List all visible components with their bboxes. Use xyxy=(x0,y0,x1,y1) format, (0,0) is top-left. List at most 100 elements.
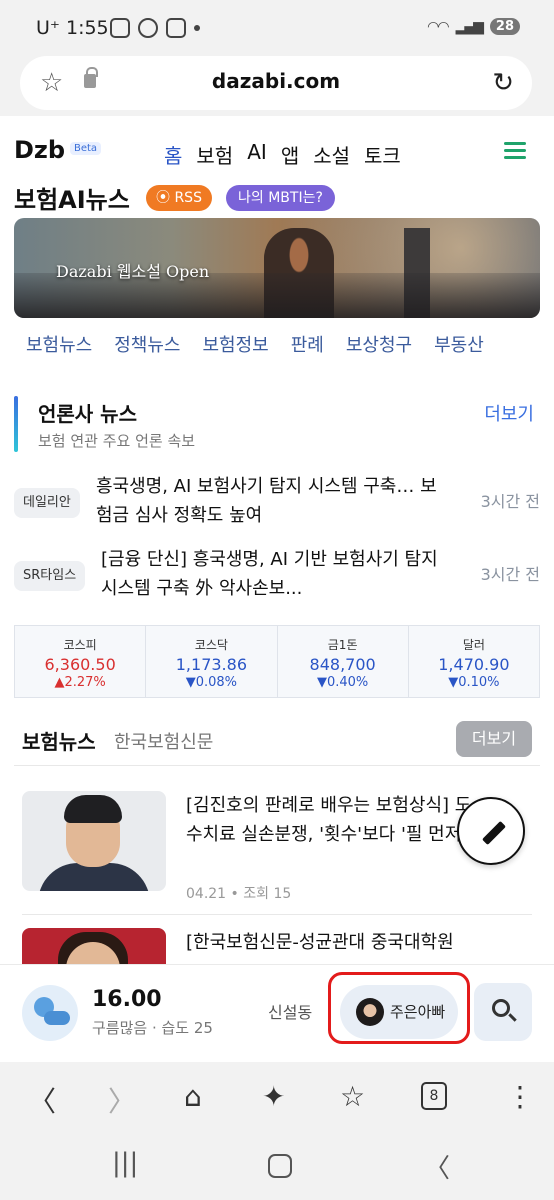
more-menu-icon[interactable]: ⋮ xyxy=(506,1080,534,1113)
article-thumbnail[interactable] xyxy=(22,791,166,891)
promo-banner[interactable]: Dazabi 웹소설 Open xyxy=(14,218,540,318)
temperature: 16.00 xyxy=(92,987,162,1012)
search-icon xyxy=(492,999,510,1017)
recents-icon[interactable]: ||| xyxy=(112,1148,138,1178)
market-kosdaq[interactable]: 코스닥 1,173.86 ▼0.08% xyxy=(146,626,278,697)
screenshot-icon xyxy=(110,18,130,38)
market-name: 달러 xyxy=(462,638,485,652)
news-headline[interactable]: [금융 단신] 흥국생명, AI 기반 보험사기 탐지 시스템 구축 外 악사손… xyxy=(101,545,451,603)
nav-insurance[interactable]: 보험 xyxy=(196,140,233,169)
article-headline[interactable]: [김진호의 판례로 배우는 보험상식] 도수치료 실손분쟁, '횟수'보다 '필… xyxy=(186,791,486,849)
category-nav: 보험뉴스 정책뉴스 보험정보 판례 보상청구 부동산 xyxy=(26,331,484,357)
nav-ai[interactable]: AI xyxy=(247,140,267,169)
category-insurance-info[interactable]: 보험정보 xyxy=(203,331,269,357)
weather-cloud-sun-icon xyxy=(22,985,78,1041)
wifi-icon: ◠◠ xyxy=(427,18,449,35)
battery-icon: 28 xyxy=(489,18,520,35)
more-dot-icon xyxy=(194,25,200,31)
news-source-badge: 데일리안 xyxy=(14,488,80,518)
market-change: ▼0.08% xyxy=(185,675,238,690)
market-name: 금1돈 xyxy=(327,638,358,652)
browser-toolbar: 〈 〉 ⌂ ✦ ☆ 8 ⋮ xyxy=(0,1062,554,1134)
market-change: ▼0.10% xyxy=(448,675,500,690)
article-item[interactable]: [김진호의 판례로 배우는 보험상식] 도수치료 실손분쟁, '횟수'보다 '필… xyxy=(22,791,532,902)
news-source-badge: SR타임스 xyxy=(14,561,86,591)
menu-icon[interactable] xyxy=(504,142,526,160)
article-item[interactable]: [한국보험신문-성균관대 중국대학원 xyxy=(22,928,532,964)
browser-url-area: ☆ dazabi.com ↻ xyxy=(0,50,554,116)
divider xyxy=(22,914,532,915)
banner-text: Dazabi 웹소설 Open xyxy=(56,262,210,281)
system-nav-bar: ||| 〈 xyxy=(0,1134,554,1200)
thumb-hair xyxy=(64,795,122,823)
highlight-box xyxy=(328,972,470,1044)
insurance-news-title: 보험뉴스 xyxy=(22,730,96,754)
press-more-link[interactable]: 더보기 xyxy=(484,400,534,426)
category-policy-news[interactable]: 정책뉴스 xyxy=(114,331,180,357)
top-nav: 홈 보험 AI 앱 소설 토크 xyxy=(164,140,401,169)
category-precedent[interactable]: 판례 xyxy=(291,331,324,357)
insurance-more-button[interactable]: 더보기 xyxy=(456,721,532,757)
rss-button[interactable]: ⦿ RSS xyxy=(146,185,212,211)
url-text[interactable]: dazabi.com xyxy=(20,69,532,93)
talk-icon xyxy=(138,18,158,38)
press-news-item[interactable]: 데일리안 흥국생명, AI 보험사기 탐지 시스템 구축… 보험금 심사 정확도… xyxy=(14,472,540,532)
search-button[interactable] xyxy=(474,983,532,1041)
nav-novel[interactable]: 소설 xyxy=(313,140,350,169)
market-dollar[interactable]: 달러 1,470.90 ▼0.10% xyxy=(409,626,539,697)
system-icons: ◠◠ ▂▄▆ 28 xyxy=(427,18,520,35)
status-time: U⁺ 1:55 xyxy=(36,17,109,39)
market-ticker: 코스피 6,360.50 ▲2.27% 코스닥 1,173.86 ▼0.08% … xyxy=(14,625,540,698)
section-accent-bar xyxy=(14,396,18,452)
category-real-estate[interactable]: 부동산 xyxy=(434,331,484,357)
bottom-info-bar: 16.00 구름많음 · 습도 25 신설동 주은아빠 xyxy=(0,964,554,1060)
nav-talk[interactable]: 토크 xyxy=(364,140,401,169)
thumb-body xyxy=(38,863,150,891)
article-thumbnail[interactable] xyxy=(22,928,166,964)
market-gold[interactable]: 금1돈 848,700 ▼0.40% xyxy=(278,626,409,697)
forward-icon[interactable]: 〉 xyxy=(108,1080,136,1120)
press-news-item[interactable]: SR타임스 [금융 단신] 흥국생명, AI 기반 보험사기 탐지 시스템 구축… xyxy=(14,545,540,605)
nav-home[interactable]: 홈 xyxy=(164,140,182,169)
location-label[interactable]: 신설동 xyxy=(268,999,312,1023)
site-logo[interactable]: Dzb xyxy=(14,136,65,164)
article-meta: 04.21 • 조회 15 xyxy=(186,886,292,902)
tabs-icon[interactable]: 8 xyxy=(421,1082,447,1110)
app-icon xyxy=(166,18,186,38)
nav-app[interactable]: 앱 xyxy=(281,140,299,169)
back-icon[interactable]: 〈 xyxy=(28,1080,56,1120)
market-value: 1,173.86 xyxy=(175,655,247,674)
signal-icon: ▂▄▆ xyxy=(455,18,484,35)
reload-icon[interactable]: ↻ xyxy=(492,68,514,98)
market-name: 코스닥 xyxy=(194,638,228,652)
divider xyxy=(14,765,540,766)
market-change: ▲2.27% xyxy=(54,675,106,690)
market-value: 6,360.50 xyxy=(44,655,116,674)
address-bar[interactable]: ☆ dazabi.com ↻ xyxy=(20,56,532,110)
ai-sparkle-icon[interactable]: ✦ xyxy=(262,1080,285,1113)
write-fab-button[interactable] xyxy=(457,797,525,865)
news-headline[interactable]: 흥국생명, AI 보험사기 탐지 시스템 구축… 보험금 심사 정확도 높여 xyxy=(96,472,446,530)
press-news-title: 언론사 뉴스 xyxy=(38,402,137,426)
news-time: 3시간 전 xyxy=(480,565,540,584)
market-kospi[interactable]: 코스피 6,360.50 ▲2.27% xyxy=(15,626,147,697)
market-change: ▼0.40% xyxy=(316,675,369,690)
mbti-button[interactable]: 나의 MBTI는? xyxy=(226,185,335,211)
category-claims[interactable]: 보상청구 xyxy=(346,331,412,357)
news-time: 3시간 전 xyxy=(480,492,540,511)
beta-badge: Beta xyxy=(70,142,102,155)
weather-description: 구름많음 · 습도 25 xyxy=(92,1019,213,1037)
back-nav-icon[interactable]: 〈 xyxy=(424,1148,450,1185)
article-headline[interactable]: [한국보험신문-성균관대 중국대학원 xyxy=(186,928,486,957)
notification-icons xyxy=(110,18,200,38)
pencil-icon xyxy=(481,820,507,846)
market-name: 코스피 xyxy=(63,638,97,652)
bookmarks-icon[interactable]: ☆ xyxy=(340,1080,365,1113)
category-insurance-news[interactable]: 보험뉴스 xyxy=(26,331,92,357)
press-news-subtitle: 보험 연관 주요 언론 속보 xyxy=(38,432,196,450)
insurance-news-source: 한국보험신문 xyxy=(114,732,214,753)
home-button-icon[interactable] xyxy=(268,1154,292,1178)
home-icon[interactable]: ⌂ xyxy=(184,1080,202,1113)
rss-label: RSS xyxy=(174,190,202,206)
market-value: 848,700 xyxy=(309,655,376,674)
